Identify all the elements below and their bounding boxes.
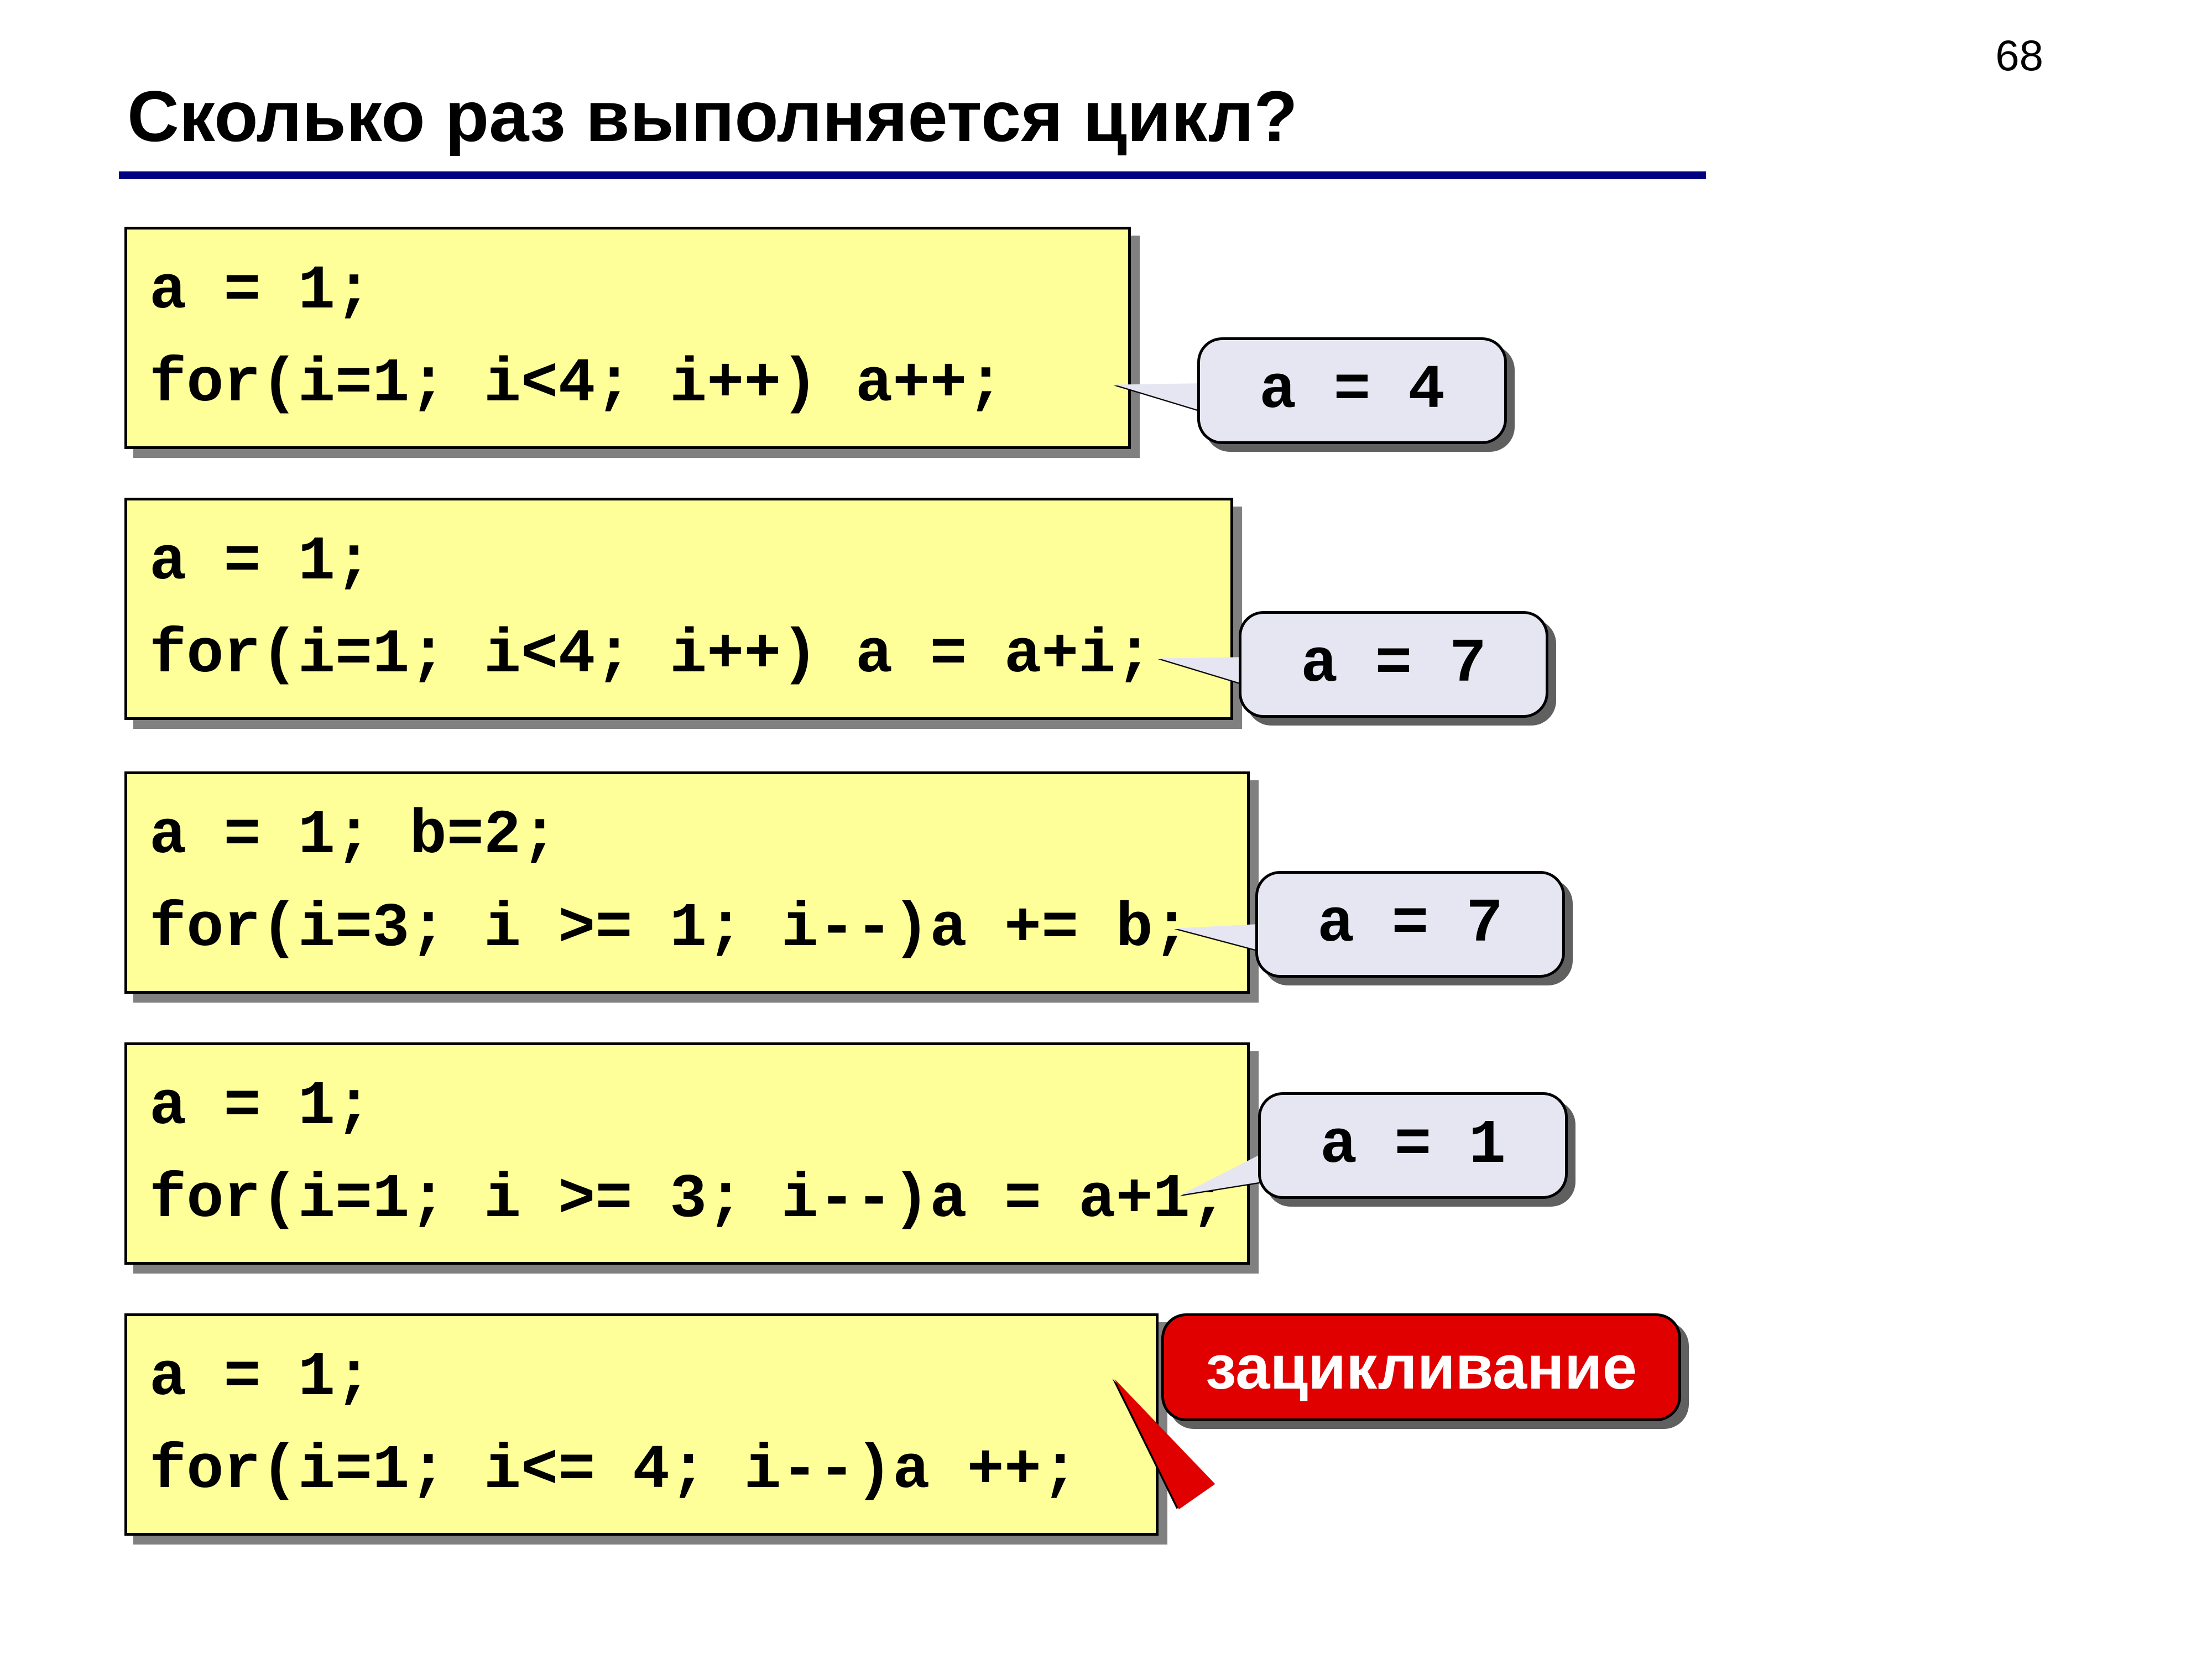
code-block-2: a = 1; for(i=1; i<4; i++) a = a+i;	[124, 498, 1233, 720]
code-block-4: a = 1; for(i=1; i >= 3; i--)a = a+1;	[124, 1042, 1250, 1265]
code-block-1: a = 1; for(i=1; i<4; i++) a++;	[124, 227, 1131, 449]
code-block-3: a = 1; b=2; for(i=3; i >= 1; i--)a += b;	[124, 771, 1250, 994]
answer-callout-1: a = 4	[1197, 337, 1507, 444]
title-underline	[119, 171, 1706, 179]
answer-callout-5: зацикливание	[1161, 1313, 1681, 1421]
code-block-5: a = 1; for(i=1; i<= 4; i--)a ++;	[124, 1313, 1159, 1536]
page-number: 68	[1995, 30, 2043, 81]
answer-callout-3: a = 7	[1255, 871, 1565, 978]
answer-callout-4: a = 1	[1258, 1092, 1568, 1199]
answer-callout-2: a = 7	[1239, 611, 1548, 718]
page-title: Сколько раз выполняется цикл?	[127, 75, 1298, 158]
